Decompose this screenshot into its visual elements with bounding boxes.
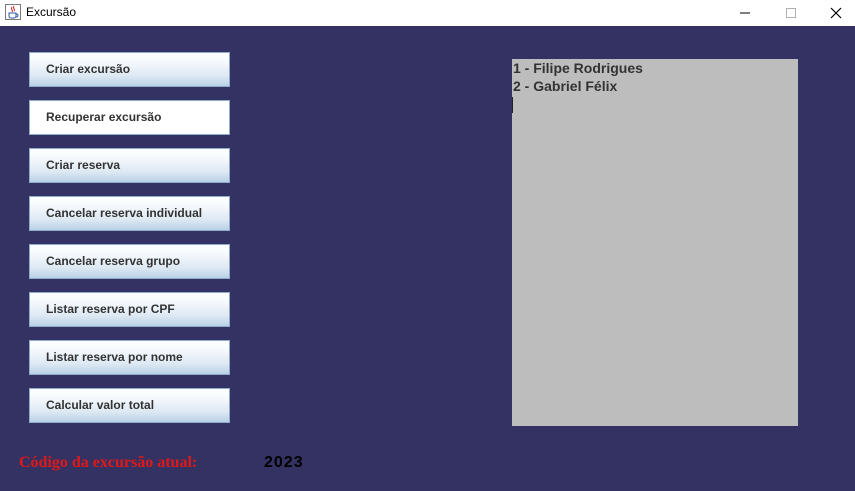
close-button[interactable] (813, 0, 855, 26)
minimize-button[interactable] (722, 0, 768, 26)
create-reservation-button[interactable]: Criar reserva (29, 148, 230, 183)
current-excursion-code-value: 2023 (264, 454, 304, 471)
recover-excursion-button[interactable]: Recuperar excursão (29, 100, 230, 135)
create-excursion-button[interactable]: Criar excursão (29, 52, 230, 87)
maximize-button[interactable] (768, 0, 814, 26)
reservation-text-area[interactable]: 1 - Filipe Rodrigues 2 - Gabriel Félix (512, 59, 798, 426)
maximize-icon (786, 8, 796, 18)
main-panel: Criar excursão Recuperar excursão Criar … (0, 26, 855, 491)
minimize-icon (740, 12, 750, 14)
window-title: Excursão (26, 5, 77, 19)
java-cup-icon (5, 4, 21, 20)
text-caret (512, 97, 513, 113)
list-reservation-by-cpf-button[interactable]: Listar reserva por CPF (29, 292, 230, 327)
list-reservation-by-name-button[interactable]: Listar reserva por nome (29, 340, 230, 375)
title-bar: Excursão (0, 0, 855, 26)
current-excursion-code-label: Código da excursão atual: (19, 454, 198, 471)
list-item: 2 - Gabriel Félix (513, 78, 618, 94)
cancel-group-reservation-button[interactable]: Cancelar reserva grupo (29, 244, 230, 279)
list-item: 1 - Filipe Rodrigues (513, 60, 643, 76)
close-icon (830, 7, 842, 19)
cancel-individual-reservation-button[interactable]: Cancelar reserva individual (29, 196, 230, 231)
calculate-total-button[interactable]: Calcular valor total (29, 388, 230, 423)
